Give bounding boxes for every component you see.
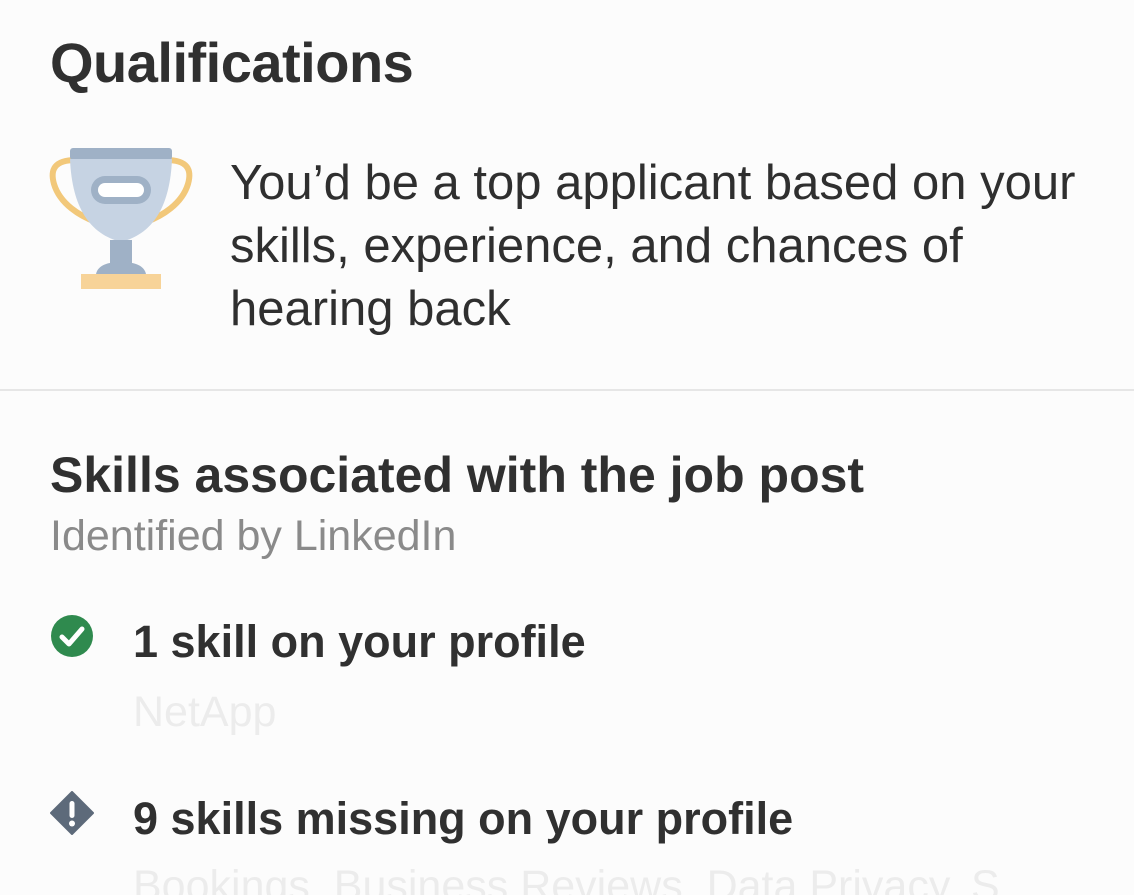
matched-skills-list: NetApp — [133, 688, 277, 736]
missing-skills-list: Bookings, Business Reviews, Data Privacy… — [133, 862, 1000, 895]
section-title: Qualifications — [50, 31, 414, 94]
check-circle-icon — [51, 615, 93, 657]
skills-subheading: Identified by LinkedIn — [50, 512, 457, 560]
exclamation-diamond-icon — [50, 791, 94, 835]
skills-heading: Skills associated with the job post — [50, 447, 865, 503]
top-applicant-message: You’d be a top applicant based on your s… — [230, 156, 1076, 336]
matched-skills-label[interactable]: 1 skill on your profile — [133, 616, 586, 668]
qualifications-panel: Qualifications You’d be a top applicant … — [0, 0, 1134, 895]
missing-skills-label[interactable]: 9 skills missing on your profile — [133, 793, 793, 845]
section-divider — [0, 389, 1134, 391]
trophy-icon — [49, 148, 193, 289]
